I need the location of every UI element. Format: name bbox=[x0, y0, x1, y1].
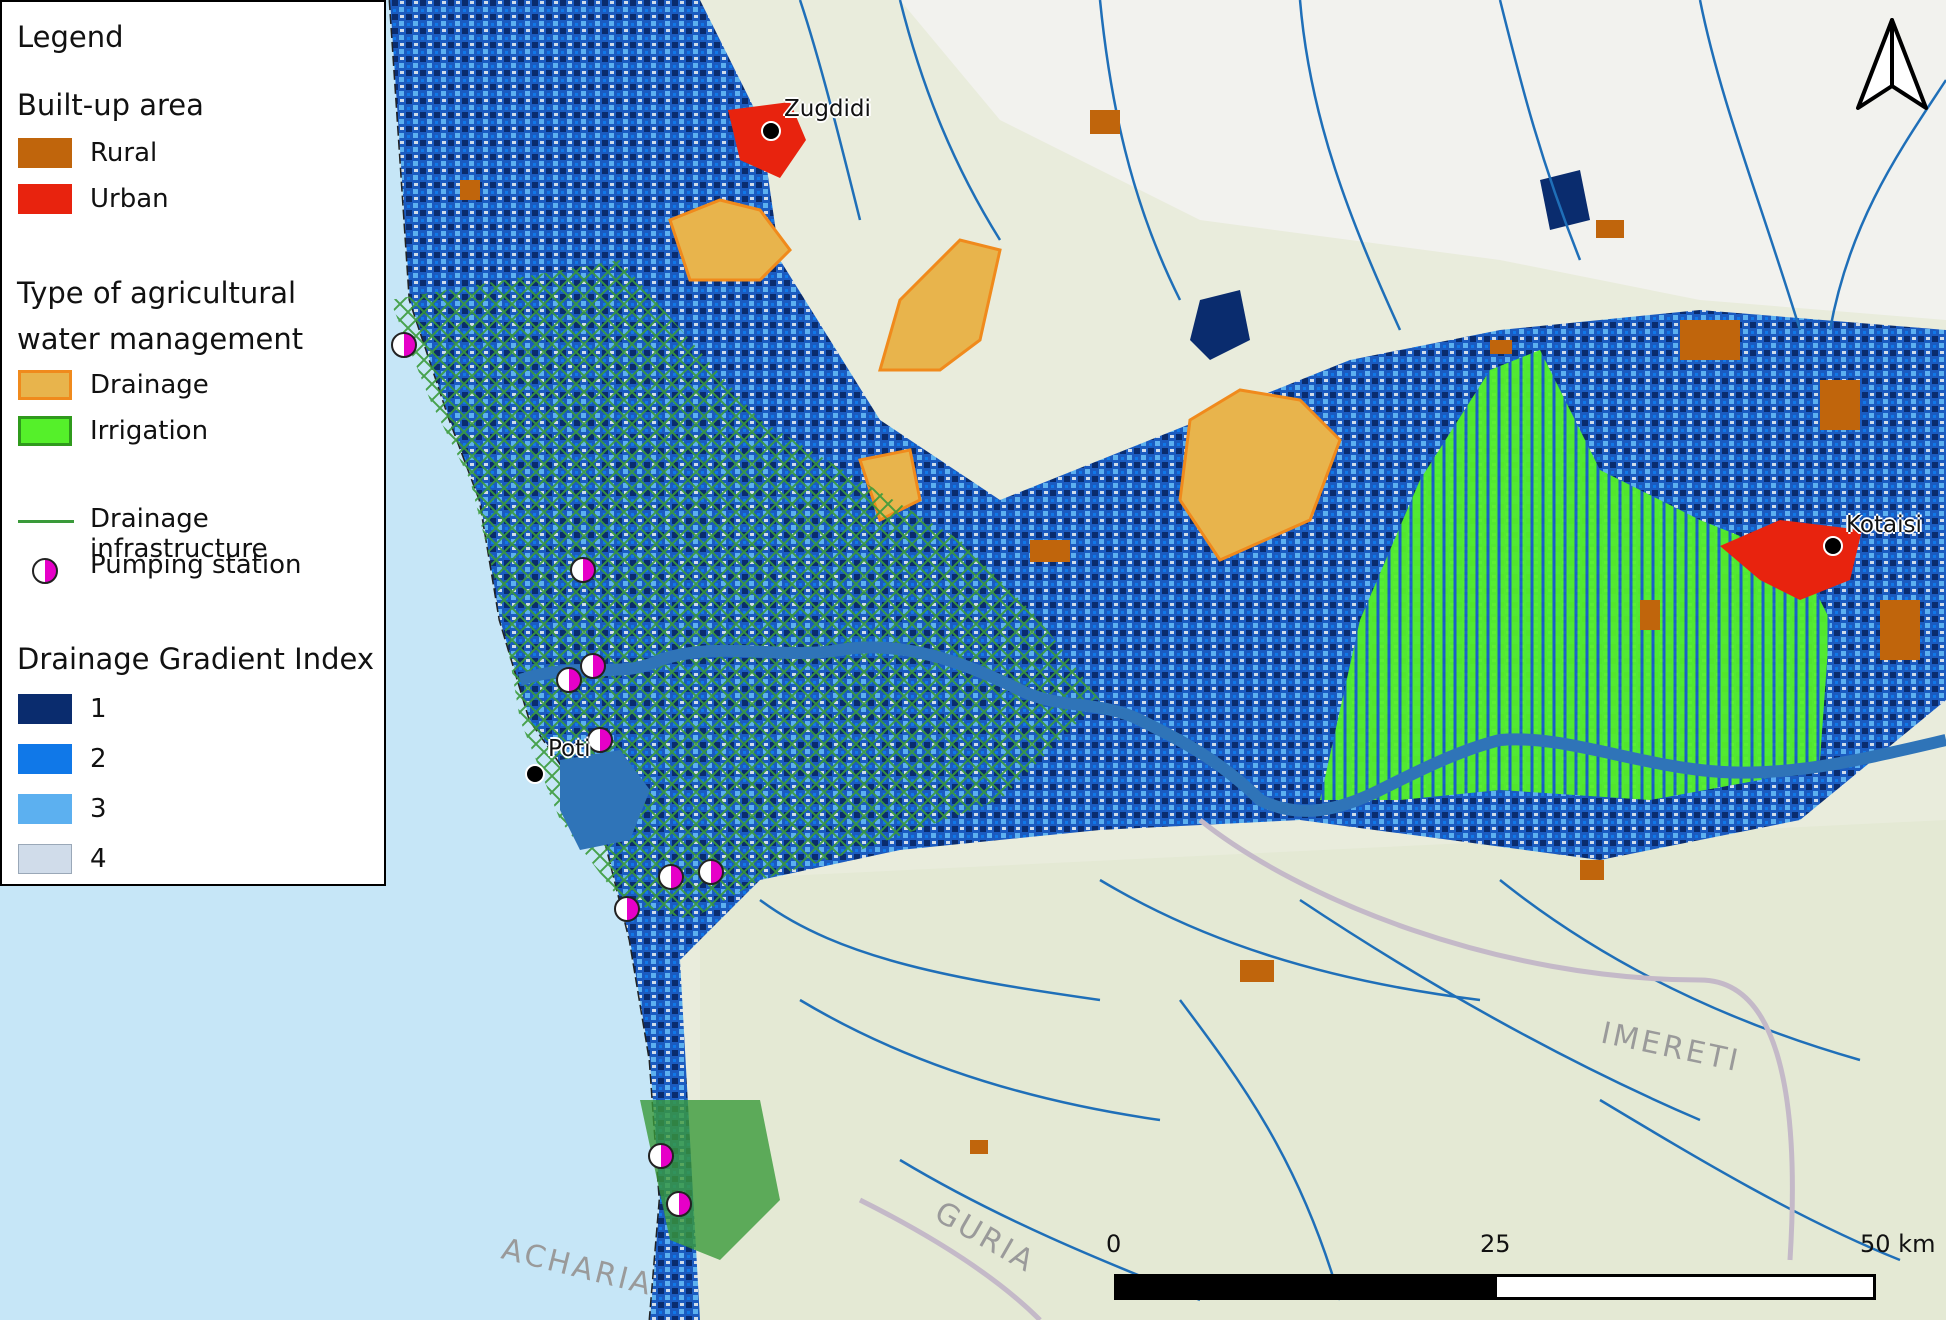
pumping-station-icon[interactable] bbox=[391, 332, 417, 358]
irrigation-label: Irrigation bbox=[90, 416, 209, 446]
drainage-label: Drainage bbox=[90, 370, 209, 400]
drainage-swatch bbox=[18, 370, 72, 400]
dgi-2-label: 2 bbox=[90, 744, 107, 774]
scale-label-50: 50 km bbox=[1860, 1230, 1936, 1258]
legend-title: Legend bbox=[17, 20, 124, 54]
irrigation-swatch bbox=[18, 416, 72, 446]
urban-label: Urban bbox=[90, 184, 169, 214]
north-arrow-icon bbox=[1856, 18, 1928, 110]
city-label-zugdidi: Zugdidi bbox=[784, 96, 871, 122]
city-label-kotaisi: Kotaisi bbox=[1846, 512, 1922, 538]
rural-label: Rural bbox=[90, 138, 158, 168]
builtup-heading: Built-up area bbox=[17, 88, 204, 122]
scale-label-0: 0 bbox=[1106, 1230, 1122, 1258]
dgi-2-swatch bbox=[18, 744, 72, 774]
pumping-station-legend-icon bbox=[32, 558, 58, 584]
pumping-station-icon[interactable] bbox=[698, 859, 724, 885]
rural-swatch bbox=[18, 138, 72, 168]
pumping-station-icon[interactable] bbox=[648, 1143, 674, 1169]
dgi-1-label: 1 bbox=[90, 694, 107, 724]
dgi-4-swatch bbox=[18, 844, 72, 874]
city-label-poti: Poti bbox=[548, 736, 591, 762]
scale-bar bbox=[1114, 1274, 1876, 1300]
infrastructure-line-swatch bbox=[18, 520, 74, 523]
legend-panel: Legend Built-up area Rural Urban Type of… bbox=[0, 0, 386, 886]
city-marker-kotaisi[interactable] bbox=[1823, 536, 1843, 556]
pumping-station-icon[interactable] bbox=[556, 667, 582, 693]
agri-heading-line2: water management bbox=[17, 322, 304, 356]
pumping-station-label: Pumping station bbox=[90, 550, 302, 580]
dgi-3-label: 3 bbox=[90, 794, 107, 824]
pumping-station-icon[interactable] bbox=[570, 557, 596, 583]
scale-bar-black-segment bbox=[1117, 1277, 1497, 1297]
city-marker-zugdidi[interactable] bbox=[761, 121, 781, 141]
urban-swatch bbox=[18, 184, 72, 214]
dgi-4-label: 4 bbox=[90, 844, 107, 874]
pumping-station-icon[interactable] bbox=[580, 653, 606, 679]
agri-heading-line1: Type of agricultural bbox=[17, 276, 297, 310]
pumping-station-icon[interactable] bbox=[658, 864, 684, 890]
dgi-1-swatch bbox=[18, 694, 72, 724]
scale-label-25: 25 bbox=[1480, 1230, 1511, 1258]
pumping-station-icon[interactable] bbox=[614, 896, 640, 922]
city-marker-poti[interactable] bbox=[525, 764, 545, 784]
dgi-3-swatch bbox=[18, 794, 72, 824]
pumping-station-icon[interactable] bbox=[666, 1191, 692, 1217]
dgi-heading: Drainage Gradient Index bbox=[17, 642, 374, 676]
